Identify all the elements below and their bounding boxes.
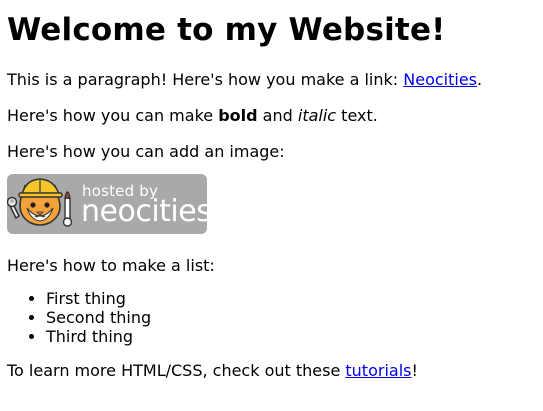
bullet-list: First thing Second thing Third thing (7, 289, 151, 346)
italic-text: italic (297, 106, 337, 125)
badge-neocities-text: neocities (81, 194, 207, 229)
page-title: Welcome to my Website! (7, 12, 446, 48)
list-item: Third thing (46, 327, 151, 346)
paragraph-text: Here's how you can make (7, 106, 219, 125)
paragraph-text-middle: and (257, 106, 298, 125)
paragraph-list-intro: Here's how to make a list: (7, 256, 215, 275)
paragraph-link-intro: This is a paragraph! Here's how you make… (7, 70, 482, 90)
hosted-by-neocities-badge: hosted by neocities (7, 174, 207, 234)
paragraph-text: To learn more HTML/CSS, check out these (7, 361, 346, 380)
neocities-link[interactable]: Neocities (403, 70, 477, 89)
bold-text: bold (218, 106, 258, 125)
paragraph-tutorials: To learn more HTML/CSS, check out these … (7, 361, 418, 381)
paragraph-text-end: . (477, 70, 483, 89)
paragraph-formatting: Here's how you can make bold and italic … (7, 106, 378, 126)
paragraph-image-intro: Here's how you can add an image: (7, 142, 285, 161)
paragraph-text-end: ! (411, 361, 418, 380)
paragraph-text: This is a paragraph! Here's how you make… (7, 70, 404, 89)
list-item: Second thing (46, 308, 151, 327)
paragraph-text-end: text. (336, 106, 378, 125)
tutorials-link[interactable]: tutorials (345, 361, 411, 380)
neocities-cat-mascot-icon (7, 178, 73, 227)
list-item: First thing (46, 289, 151, 308)
